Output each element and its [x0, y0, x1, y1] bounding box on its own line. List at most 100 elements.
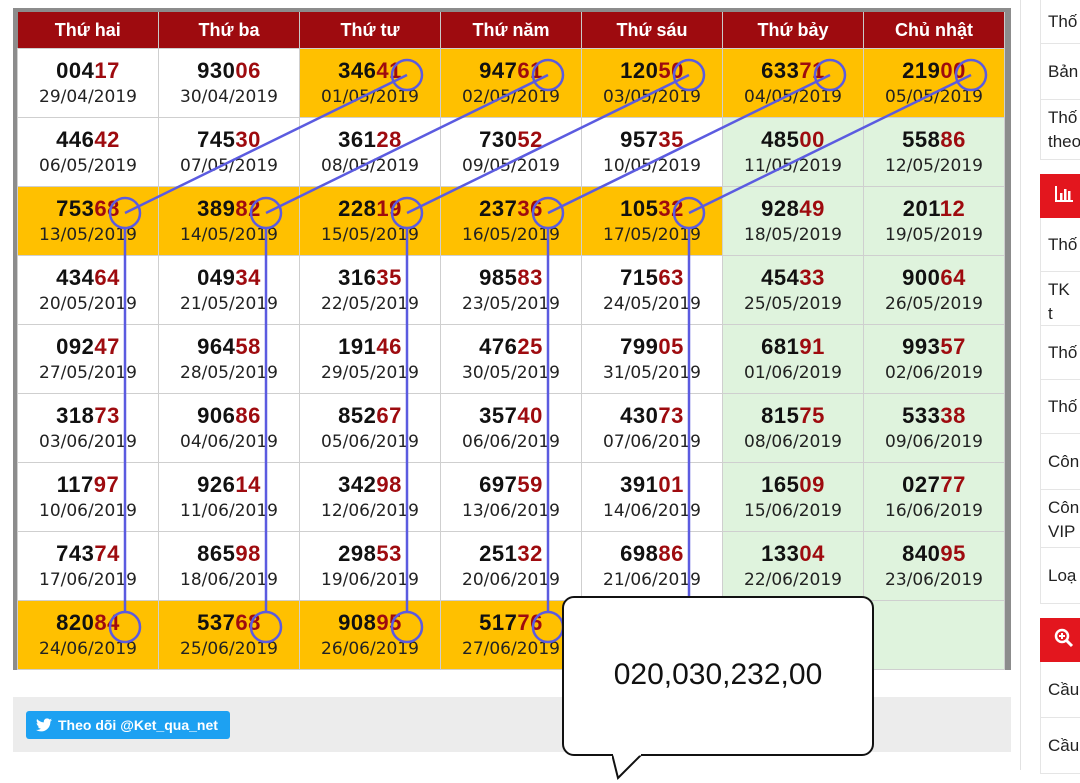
result-tail-digits: 64 — [94, 265, 120, 290]
result-tooltip: 020,030,232,00 — [562, 596, 874, 756]
result-number: 55886 — [902, 127, 966, 152]
result-date: 27/06/2019 — [462, 639, 560, 659]
result-cell: 90895 26/06/2019 — [299, 600, 441, 670]
result-date: 16/06/2019 — [885, 501, 983, 521]
sidebar-link-label: Côn VIP — [1048, 498, 1080, 541]
result-cell: 51776 27/06/2019 — [440, 600, 582, 670]
result-number: 84095 — [902, 541, 966, 566]
lottery-calendar: Thứ hai Thứ ba Thứ tư Thứ năm Thứ sáu Thứ bảy… — [13, 8, 1011, 670]
sidebar-link[interactable]: Bản — [1040, 44, 1080, 100]
result-cell: 82084 24/06/2019 — [17, 600, 159, 670]
result-tail-digits: 05 — [658, 334, 684, 359]
sidebar-link[interactable]: Côn — [1040, 434, 1080, 490]
result-cell: 25132 20/06/2019 — [440, 531, 582, 601]
weekday-header: Chủ nhật — [863, 12, 1005, 49]
sidebar-link[interactable]: Côn VIP — [1040, 490, 1080, 548]
sidebar-link[interactable]: Cầu — [1040, 718, 1080, 774]
sidebar-link[interactable]: TK t — [1040, 272, 1080, 326]
sidebar-link[interactable]: Thố — [1040, 0, 1080, 44]
result-number: 00417 — [56, 58, 120, 83]
result-cell: 34641 01/05/2019 — [299, 48, 441, 118]
result-tail-digits: 00 — [940, 58, 966, 83]
result-number: 10532 — [620, 196, 684, 221]
result-tail-digits: 53 — [376, 541, 402, 566]
result-tail-digits: 12 — [939, 196, 966, 221]
result-cell: 92849 18/05/2019 — [722, 186, 864, 256]
sidebar-link[interactable]: Thố — [1040, 326, 1080, 380]
result-date: 29/05/2019 — [321, 363, 419, 383]
result-tail-digits: 28 — [376, 127, 402, 152]
result-date: 21/06/2019 — [603, 570, 701, 590]
calendar-table: Thứ hai Thứ ba Thứ tư Thứ năm Thứ sáu Thứ bảy… — [17, 12, 1005, 670]
result-cell: 31635 22/05/2019 — [299, 255, 441, 325]
sidebar-link[interactable]: Thố — [1040, 380, 1080, 434]
result-cell: 53768 25/06/2019 — [158, 600, 300, 670]
result-tail-digits: 01 — [658, 472, 684, 497]
result-cell: 68191 01/06/2019 — [722, 324, 864, 394]
tooltip-text: 020,030,232,00 — [613, 658, 823, 691]
twitter-follow-button[interactable]: Theo dõi @Ket_qua_net — [26, 711, 230, 739]
calendar-week-row: 11797 10/06/2019 92614 11/06/2019 34298 12/06… — [17, 462, 1005, 532]
result-date: 10/05/2019 — [603, 156, 701, 176]
sidebar-link-label: Thố — [1048, 12, 1078, 31]
result-tail-digits: 30 — [235, 127, 261, 152]
result-cell: 84095 23/06/2019 — [863, 531, 1005, 601]
result-tail-digits: 33 — [799, 265, 825, 290]
result-number: 13304 — [761, 541, 825, 566]
result-date: 30/05/2019 — [462, 363, 560, 383]
result-number: 34641 — [338, 58, 402, 83]
result-number: 75368 — [56, 196, 120, 221]
result-cell: 69759 13/06/2019 — [440, 462, 582, 532]
sidebar-link[interactable]: Loạ — [1040, 548, 1080, 604]
result-date: 27/05/2019 — [39, 363, 137, 383]
sidebar-link[interactable]: Cầu — [1040, 662, 1080, 718]
result-tail-digits: 32 — [517, 541, 543, 566]
result-number: 68191 — [761, 334, 825, 359]
result-cell: 35740 06/06/2019 — [440, 393, 582, 463]
result-date: 31/05/2019 — [603, 363, 701, 383]
sidebar-link[interactable]: Thố — [1040, 218, 1080, 272]
result-number: 29853 — [338, 541, 402, 566]
result-tail-digits: 63 — [658, 265, 684, 290]
sidebar-link-label: Thố — [1048, 397, 1078, 416]
weekday-header: Thứ bảy — [722, 12, 864, 49]
result-tail-digits: 77 — [940, 472, 966, 497]
result-date: 19/06/2019 — [321, 570, 419, 590]
result-tail-digits: 61 — [517, 58, 543, 83]
result-tail-digits: 82 — [235, 196, 261, 221]
right-sidebar: Thố Bản Thố theo Thố TK t Thố Thố Côn Côn VIP Loạ Cầu… — [1040, 0, 1080, 783]
result-number: 12050 — [620, 58, 684, 83]
result-tail-digits: 67 — [376, 403, 402, 428]
result-cell: 29853 19/06/2019 — [299, 531, 441, 601]
result-cell: 21900 05/05/2019 — [863, 48, 1005, 118]
result-tail-digits: 71 — [799, 58, 825, 83]
weekday-header-row: Thứ hai Thứ ba Thứ tư Thứ năm Thứ sáu Thứ bảy… — [17, 12, 1005, 49]
result-tail-digits: 32 — [658, 196, 684, 221]
result-number: 02777 — [902, 472, 966, 497]
result-cell: 94761 02/05/2019 — [440, 48, 582, 118]
result-cell: 71563 24/05/2019 — [581, 255, 723, 325]
result-cell: 93006 30/04/2019 — [158, 48, 300, 118]
result-cell: 75368 13/05/2019 — [17, 186, 159, 256]
sidebar-link-label: Cầu — [1048, 680, 1080, 699]
result-date: 11/06/2019 — [180, 501, 278, 521]
result-number: 93006 — [197, 58, 261, 83]
result-cell: 92614 11/06/2019 — [158, 462, 300, 532]
result-date: 18/06/2019 — [180, 570, 278, 590]
result-tail-digits: 59 — [517, 472, 543, 497]
result-tail-digits: 86 — [235, 403, 261, 428]
result-number: 31873 — [56, 403, 120, 428]
result-tail-digits: 00 — [799, 127, 825, 152]
result-tail-digits: 98 — [376, 472, 402, 497]
result-number: 90895 — [338, 610, 402, 635]
result-number: 74374 — [56, 541, 120, 566]
result-date: 04/05/2019 — [744, 87, 842, 107]
result-date: 23/06/2019 — [885, 570, 983, 590]
result-cell: 45433 25/05/2019 — [722, 255, 864, 325]
sidebar-link[interactable]: Thố theo — [1040, 100, 1080, 160]
result-number: 43464 — [56, 265, 120, 290]
tooltip-pointer — [612, 754, 643, 780]
result-tail-digits: 35 — [658, 127, 684, 152]
result-tail-digits: 42 — [94, 127, 120, 152]
result-date: 09/05/2019 — [462, 156, 560, 176]
